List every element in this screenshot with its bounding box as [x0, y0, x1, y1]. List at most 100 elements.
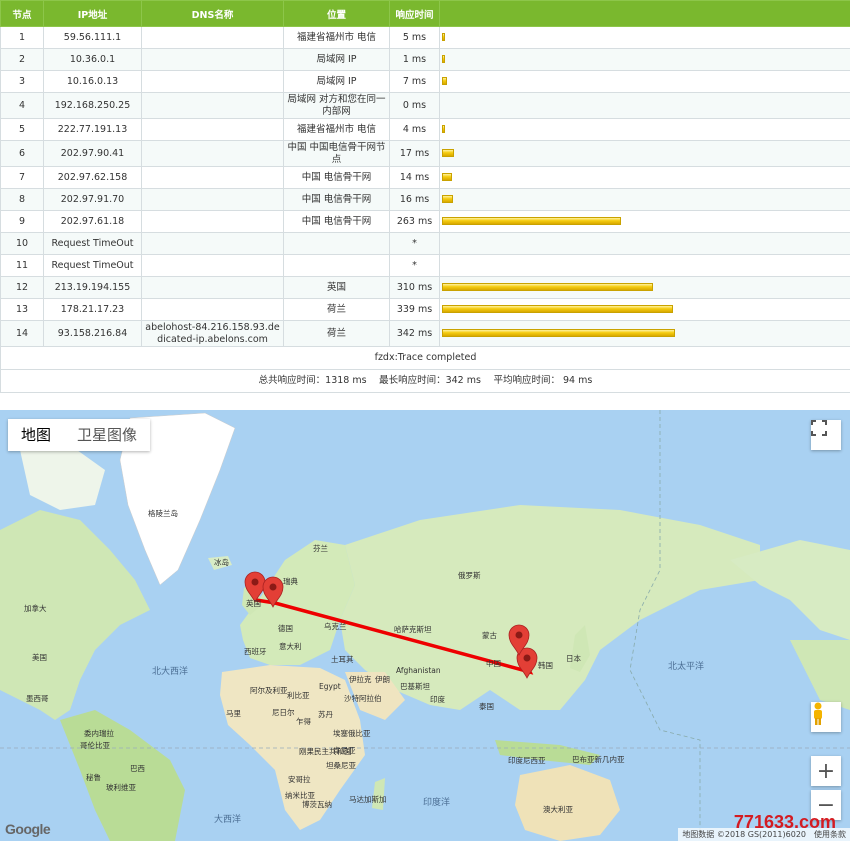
label-korea: 韩国 [538, 661, 553, 670]
table-header-row: 节点 IP地址 DNS名称 位置 响应时间 [0, 0, 850, 27]
north-america-landmass [0, 510, 150, 720]
label-egypt: Egypt [319, 682, 341, 691]
cell-ip: 192.168.250.25 [43, 92, 142, 119]
label-bolivia: 玻利维亚 [106, 783, 136, 792]
trace-row: 1 59.56.111.1 福建省福州市 电信 5 ms [0, 26, 850, 49]
fullscreen-button[interactable] [811, 420, 841, 450]
cell-dns [141, 210, 284, 233]
label-sweden: 瑞典 [283, 577, 298, 586]
cell-location [283, 254, 390, 277]
map-type-satellite-button[interactable]: 卫星图像 [64, 419, 150, 451]
cell-time: 16 ms [389, 188, 440, 211]
label-kazakhstan: 哈萨克斯坦 [394, 625, 432, 634]
label-canada: 加拿大 [24, 604, 47, 613]
cell-time-bar [439, 188, 850, 211]
cell-time: 0 ms [389, 92, 440, 119]
label-mali: 马里 [226, 709, 241, 718]
label-indian-ocean: 印度洋 [423, 798, 451, 808]
cell-location: 局域网 IP [283, 48, 390, 71]
cell-time: 339 ms [389, 298, 440, 321]
response-time-bar [442, 77, 447, 85]
south-america-landmass [60, 710, 185, 841]
cell-time: 263 ms [389, 210, 440, 233]
cell-time-bar [439, 70, 850, 93]
trace-row: 2 10.36.0.1 局域网 IP 1 ms [0, 48, 850, 71]
response-time-bar [442, 55, 445, 63]
cell-time: 5 ms [389, 26, 440, 49]
label-north-atlantic: 北大西洋 [152, 667, 189, 677]
label-botswana: 博茨瓦纳 [302, 800, 332, 809]
label-angola: 安哥拉 [288, 775, 311, 784]
label-russia: 俄罗斯 [458, 571, 481, 580]
trace-row: 13 178.21.17.23 荷兰 339 ms [0, 298, 850, 321]
label-china: 中国 [486, 659, 501, 668]
route-map[interactable]: 格陵兰岛 冰岛 芬兰 瑞典 俄罗斯 加拿大 美国 墨西哥 英国 德国 乌克兰 西… [0, 410, 850, 841]
asia-landmass [340, 505, 760, 710]
cell-node: 10 [0, 232, 44, 255]
cell-dns [141, 92, 284, 119]
north-america-east [790, 640, 850, 710]
label-uk: 英国 [246, 599, 261, 608]
cell-dns [141, 188, 284, 211]
cell-time-bar [439, 48, 850, 71]
cell-node: 6 [0, 140, 44, 167]
street-view-pegman[interactable] [811, 702, 841, 732]
label-iceland: 冰岛 [214, 558, 229, 567]
cell-ip: 10.16.0.13 [43, 70, 142, 93]
cell-location: 中国 电信骨干网 [283, 210, 390, 233]
header-dns: DNS名称 [141, 0, 284, 27]
map-type-map-button[interactable]: 地图 [8, 419, 64, 451]
pegman-icon [814, 702, 822, 725]
cell-time: 4 ms [389, 118, 440, 141]
label-pakistan: 巴基斯坦 [400, 682, 430, 691]
cell-time: 342 ms [389, 320, 440, 347]
label-venezuela: 委内瑞拉 [84, 729, 114, 738]
zoom-in-button[interactable]: + [811, 756, 841, 786]
cell-time-bar [439, 276, 850, 299]
header-response-time: 响应时间 [389, 0, 440, 27]
label-italy: 意大利 [279, 642, 302, 651]
header-bar [439, 0, 850, 27]
trace-row: 14 93.158.216.84 abelohost-84.216.158.93.d… [0, 320, 850, 347]
trace-table: 节点 IP地址 DNS名称 位置 响应时间 1 59.56.111.1 福建省福州市… [0, 0, 850, 393]
label-greenland: 格陵兰岛 [148, 509, 178, 518]
label-peru: 秘鲁 [86, 773, 101, 782]
plus-icon: + [816, 758, 836, 784]
cell-time-bar [439, 140, 850, 167]
cell-location: 荷兰 [283, 320, 390, 347]
response-time-bar [442, 125, 445, 133]
cell-time: 7 ms [389, 70, 440, 93]
trace-row: 3 10.16.0.13 局域网 IP 7 ms [0, 70, 850, 93]
cell-node: 11 [0, 254, 44, 277]
cell-time: * [389, 254, 440, 277]
cell-time-bar [439, 92, 850, 119]
response-time-bar [442, 329, 675, 337]
label-turkey: 土耳其 [331, 655, 354, 664]
cell-node: 2 [0, 48, 44, 71]
trace-summary: 总共响应时间：1318 ms 最长响应时间：342 ms 平均响应时间： 94 … [0, 369, 850, 393]
label-iraq: 伊拉克 [349, 675, 372, 684]
cell-node: 8 [0, 188, 44, 211]
google-logo: Google [5, 821, 51, 837]
label-thailand: 泰国 [479, 702, 494, 711]
label-afghanistan: Afghanistan [396, 666, 441, 675]
label-germany: 德国 [278, 624, 293, 633]
cell-node: 14 [0, 320, 44, 347]
response-time-bar [442, 149, 454, 157]
cell-location: 荷兰 [283, 298, 390, 321]
cell-dns [141, 140, 284, 167]
response-time-bar [442, 305, 673, 313]
cell-time-bar [439, 166, 850, 189]
fullscreen-icon [811, 420, 827, 436]
label-australia: 澳大利亚 [543, 805, 573, 814]
header-node: 节点 [0, 0, 44, 27]
status-row: fzdx:Trace completed [0, 346, 850, 370]
label-atlantic: 大西洋 [214, 815, 242, 825]
label-finland: 芬兰 [313, 544, 328, 553]
map-attribution[interactable]: 地图数据 ©2018 GS(2011)6020 使用条款 [678, 828, 850, 841]
cell-time-bar [439, 118, 850, 141]
header-ip: IP地址 [43, 0, 142, 27]
cell-location: 中国 中国电信骨干网节点 [283, 140, 390, 167]
cell-location [283, 232, 390, 255]
cell-location: 中国 电信骨干网 [283, 188, 390, 211]
